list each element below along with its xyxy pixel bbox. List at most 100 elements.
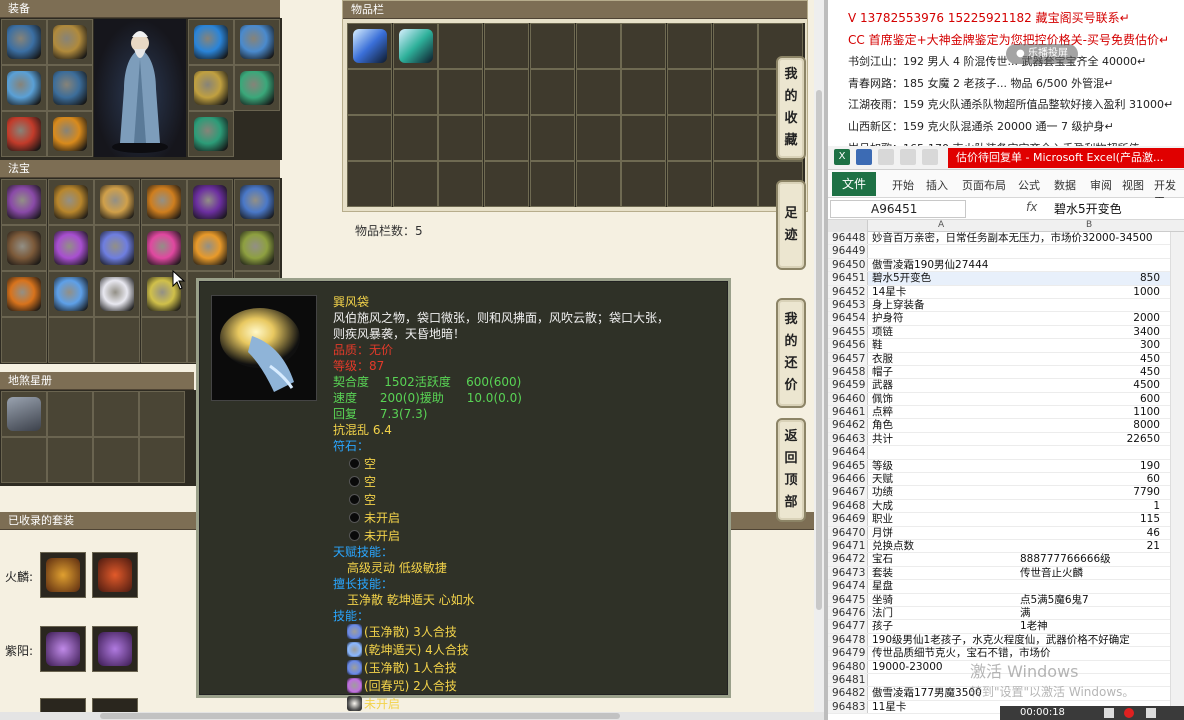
cell-a[interactable]: 等级 (872, 460, 893, 473)
ribbon-tab[interactable]: 开始 (892, 177, 914, 193)
equip-slot[interactable] (1, 19, 47, 65)
inventory-slot[interactable] (347, 23, 392, 69)
cell-a[interactable]: 衣服 (872, 353, 893, 366)
fabao-slot[interactable] (94, 317, 140, 363)
equip-slot[interactable] (47, 19, 93, 65)
inventory-slot[interactable] (575, 115, 621, 161)
cell-b[interactable]: 60 (1020, 473, 1160, 486)
fabao-slot[interactable] (187, 179, 233, 225)
cell-a[interactable]: 传世品质细节克火，宝石不错，市场价 (872, 647, 1051, 660)
row-number[interactable]: 96451 (828, 272, 868, 285)
row-number[interactable]: 96470 (828, 526, 868, 539)
inventory-slot[interactable] (529, 69, 575, 115)
fabao-slot[interactable] (94, 225, 140, 271)
set-item[interactable] (40, 552, 86, 598)
cell-b[interactable]: 21 (1020, 540, 1160, 553)
cell-a[interactable]: 大成 (872, 500, 893, 513)
huaben-slot[interactable] (47, 437, 93, 483)
row-number[interactable]: 96455 (828, 325, 868, 339)
huaben-slot[interactable] (93, 437, 139, 483)
inventory-slot[interactable] (712, 115, 758, 161)
inventory-slot[interactable] (347, 161, 392, 207)
row-number[interactable]: 96469 (828, 513, 868, 526)
equip-slot[interactable] (47, 65, 93, 111)
fabao-slot[interactable] (140, 179, 187, 225)
cell-a[interactable]: 共计 (872, 433, 893, 446)
cell-a[interactable]: 套装 (872, 567, 893, 580)
equip-slot[interactable] (1, 65, 47, 111)
formula-input[interactable]: 碧水5开变色 (1054, 200, 1122, 218)
set-item[interactable] (92, 552, 138, 598)
save-icon[interactable] (856, 149, 872, 165)
inventory-slot[interactable] (666, 69, 712, 115)
fabao-slot[interactable] (1, 271, 47, 317)
fabao-slot[interactable] (233, 225, 280, 271)
cell-a[interactable]: 傲雪凌霜190男仙27444 (872, 259, 988, 272)
side-tab[interactable]: 我的收藏 (776, 56, 806, 160)
row-number[interactable]: 96458 (828, 365, 868, 379)
row-number[interactable]: 96462 (828, 419, 868, 432)
record-icon[interactable] (1124, 708, 1134, 718)
cell-a[interactable]: 星盘 (872, 580, 893, 593)
huaben-slot[interactable] (1, 437, 47, 483)
row-number[interactable]: 96478 (828, 633, 868, 647)
cell-b[interactable]: 8000 (1020, 419, 1160, 432)
cell-a[interactable]: 项链 (872, 326, 893, 339)
inventory-slot[interactable] (347, 115, 392, 161)
inventory-slot[interactable] (575, 161, 621, 207)
horizontal-scrollbar[interactable] (0, 712, 824, 720)
inventory-slot[interactable] (392, 115, 438, 161)
huaben-slot[interactable] (139, 391, 185, 437)
row-number[interactable]: 96468 (828, 499, 868, 513)
inventory-slot[interactable] (575, 23, 621, 69)
cell-a[interactable]: 角色 (872, 419, 893, 432)
row-number[interactable]: 96448 (828, 232, 868, 245)
ribbon-tab[interactable]: 页面布局 (962, 177, 1006, 193)
cell-b[interactable]: 46 (1020, 527, 1160, 540)
cell-b[interactable]: 3400 (1020, 326, 1160, 339)
cell-a[interactable]: 职业 (872, 513, 893, 526)
equip-slot[interactable] (47, 111, 93, 157)
cell-a[interactable]: 孩子 (872, 620, 893, 633)
row-number[interactable]: 96450 (828, 258, 868, 272)
inventory-slot[interactable] (529, 161, 575, 207)
row-number[interactable]: 96472 (828, 553, 868, 566)
cell-a[interactable]: 14星卡 (872, 286, 906, 299)
cell-a[interactable]: 鞋 (872, 339, 883, 352)
huaben-slot[interactable] (139, 437, 185, 483)
cell-b[interactable]: 1100 (1020, 406, 1160, 419)
row-number[interactable]: 96461 (828, 406, 868, 419)
inventory-slot[interactable] (484, 23, 530, 69)
set-item[interactable] (92, 626, 138, 672)
row-number[interactable]: 96454 (828, 312, 868, 325)
ribbon-tab[interactable]: 公式 (1018, 177, 1040, 193)
cell-b[interactable]: 888777766666级 (1020, 553, 1160, 566)
fabao-slot[interactable] (1, 317, 47, 363)
cell-a[interactable]: 妙音百万亲密，日常任务副本无压力，市场价32000-34500 (872, 232, 1153, 245)
fabao-slot[interactable] (47, 317, 94, 363)
inventory-slot[interactable] (438, 69, 484, 115)
inventory-slot[interactable] (438, 23, 484, 69)
inventory-slot[interactable] (392, 23, 438, 69)
set-item[interactable] (40, 626, 86, 672)
inventory-slot[interactable] (666, 23, 712, 69)
fabao-slot[interactable] (1, 225, 47, 271)
ribbon-file-tab[interactable]: 文件 (832, 172, 876, 196)
cell-a[interactable]: 碧水5开变色 (872, 272, 931, 285)
row-number[interactable]: 96482 (828, 687, 868, 700)
row-number[interactable]: 96481 (828, 673, 868, 687)
cell-b[interactable]: 450 (1020, 353, 1160, 366)
row-number[interactable]: 96475 (828, 593, 868, 606)
cell-a[interactable]: 功绩 (872, 486, 893, 499)
inventory-slot[interactable] (529, 115, 575, 161)
inventory-slot[interactable] (712, 69, 758, 115)
ribbon-tab[interactable]: 审阅 (1090, 177, 1112, 193)
name-box[interactable]: A96451 (830, 200, 966, 218)
row-number[interactable]: 96463 (828, 432, 868, 446)
side-tab[interactable]: 返回顶部 (776, 418, 806, 522)
excel-vertical-scrollbar[interactable] (1170, 232, 1184, 706)
cell-a[interactable]: 傲雪凌霜177男魔3500 (872, 687, 982, 700)
ribbon-tab[interactable]: 数据 (1054, 177, 1076, 193)
row-number[interactable]: 96474 (828, 580, 868, 593)
row-number[interactable]: 96452 (828, 285, 868, 298)
